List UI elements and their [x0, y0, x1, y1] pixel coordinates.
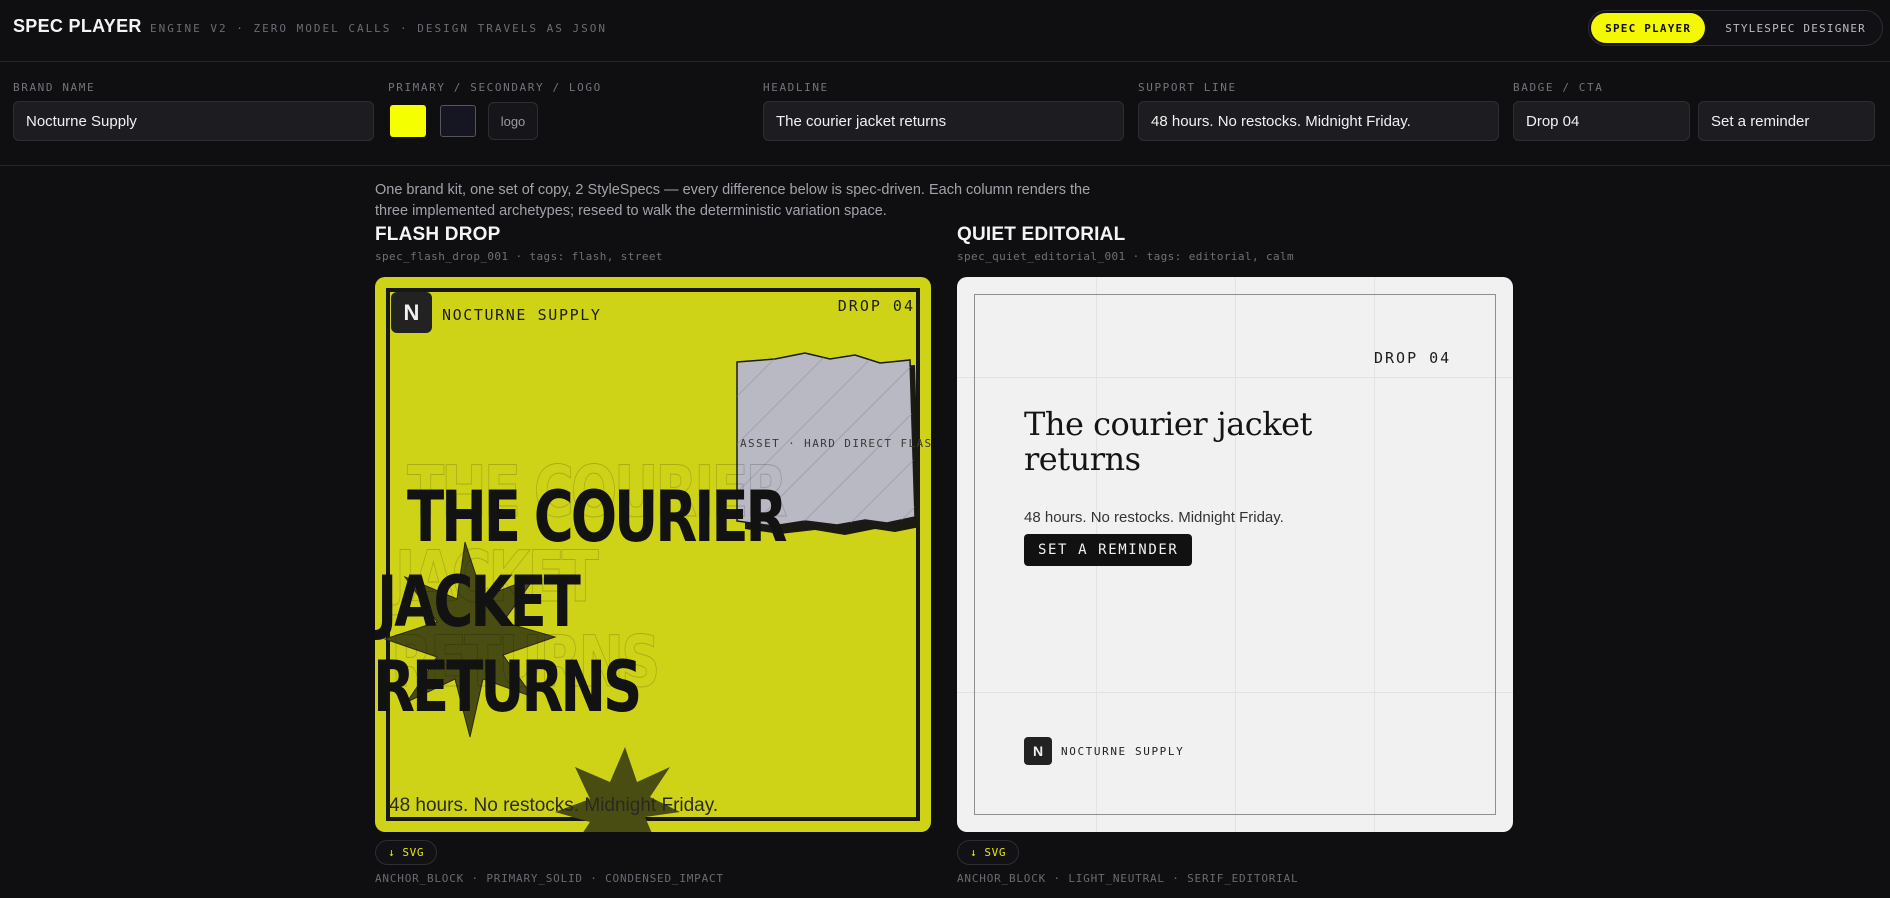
- view-switcher: SPEC PLAYER STYLESPEC DESIGNER: [1588, 10, 1883, 46]
- top-bar: SPEC PLAYER ENGINE V2 · ZERO MODEL CALLS…: [0, 0, 1890, 62]
- support-line: 48 hours. No restocks. Midnight Friday.: [389, 795, 719, 816]
- archetypes-quiet: ANCHOR_BLOCK · LIGHT_NEUTRAL · SERIF_EDI…: [957, 872, 1299, 885]
- brand-logo: N: [1024, 737, 1052, 765]
- badge-cta-label: BADGE / CTA: [1513, 81, 1604, 94]
- brand-kit-fields: BRAND NAME PRIMARY / SECONDARY / LOGO lo…: [0, 62, 1890, 166]
- support-line-input[interactable]: [1138, 101, 1499, 141]
- tab-spec-player[interactable]: SPEC PLAYER: [1591, 13, 1706, 43]
- column-title-quiet-editorial: QUIET EDITORIAL: [957, 224, 1126, 245]
- cta-button[interactable]: SET A REMINDER: [1024, 534, 1193, 566]
- brand-logo: N: [391, 292, 432, 333]
- column-meta-quiet-editorial: spec_quiet_editorial_001 · tags: editori…: [957, 250, 1295, 263]
- secondary-color-swatch[interactable]: [440, 105, 476, 137]
- headline-label: HEADLINE: [763, 81, 829, 94]
- drop-badge: DROP 04: [837, 297, 915, 315]
- starburst-shape-2: [555, 747, 680, 832]
- column-title-flash-drop: FLASH DROP: [375, 224, 501, 245]
- support-line: 48 hours. No restocks. Midnight Friday.: [1024, 509, 1284, 526]
- asset-label: ASSET · HARD DIRECT FLASH: [740, 437, 931, 450]
- cta-input[interactable]: [1698, 101, 1875, 141]
- tab-stylespec-designer[interactable]: STYLESPEC DESIGNER: [1711, 13, 1880, 43]
- quiet-editorial-preview: DROP 04 The courier jacket returns 48 ho…: [957, 277, 1513, 832]
- flash-drop-preview: N NOCTURNE SUPPLY DROP 04 ASSET · HARD D…: [375, 277, 931, 832]
- support-line-label: SUPPORT LINE: [1138, 81, 1237, 94]
- logo-upload-button[interactable]: logo: [488, 102, 538, 140]
- column-meta-flash-drop: spec_flash_drop_001 · tags: flash, stree…: [375, 250, 663, 263]
- headline-line-1: THE COURIER: [407, 476, 788, 558]
- headline-line-3: RETURNS: [375, 646, 642, 728]
- brand-name: NOCTURNE SUPPLY: [1061, 745, 1185, 758]
- archetypes-flash: ANCHOR_BLOCK · PRIMARY_SOLID · CONDENSED…: [375, 872, 724, 885]
- brand-name: NOCTURNE SUPPLY: [442, 306, 602, 324]
- download-svg-button-quiet[interactable]: ↓ SVG: [957, 840, 1019, 865]
- headline-input[interactable]: [763, 101, 1124, 141]
- drop-badge: DROP 04: [1374, 349, 1452, 367]
- intro-text: One brand kit, one set of copy, 2 StyleS…: [375, 182, 1091, 219]
- brand-name-input[interactable]: [13, 101, 374, 141]
- colors-label: PRIMARY / SECONDARY / LOGO: [388, 81, 602, 94]
- headline: The courier jacket returns: [1024, 405, 1312, 478]
- brand-name-label: BRAND NAME: [13, 81, 96, 94]
- app-subtitle: ENGINE V2 · ZERO MODEL CALLS · DESIGN TR…: [150, 22, 607, 35]
- primary-color-swatch[interactable]: [390, 105, 426, 137]
- headline-line-2: JACKET: [377, 561, 581, 643]
- app-title: SPEC PLAYER: [13, 16, 142, 36]
- download-svg-button-flash[interactable]: ↓ SVG: [375, 840, 437, 865]
- badge-input[interactable]: [1513, 101, 1690, 141]
